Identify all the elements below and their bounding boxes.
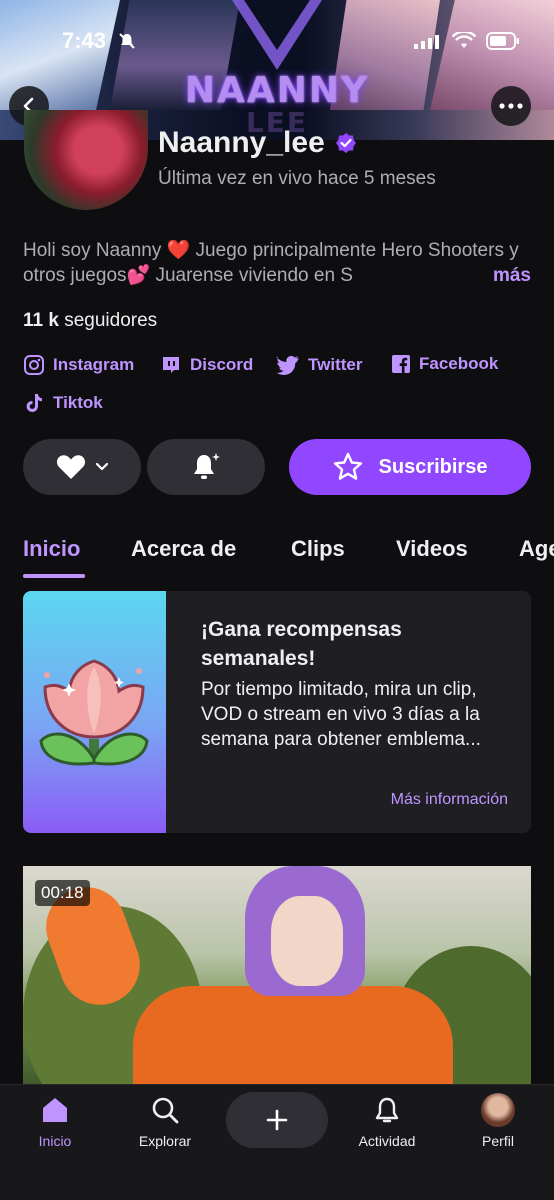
twitter-icon <box>276 356 299 375</box>
profile-tabs: Inicio Acerca de Clips Videos Agenda <box>0 532 554 582</box>
active-tab-indicator <box>23 574 85 578</box>
clip-duration: 00:18 <box>35 880 90 906</box>
signal-icon <box>414 35 439 49</box>
status-icons <box>414 32 520 50</box>
nav-explorar[interactable]: Explorar <box>110 1093 220 1149</box>
followers-number: 11 k <box>23 310 59 331</box>
facebook-icon <box>392 355 410 373</box>
silent-bell-icon <box>119 33 135 49</box>
followers-label: seguidores <box>64 310 158 331</box>
tab-inicio[interactable]: Inicio <box>23 536 80 562</box>
status-bar: 7:43 <box>0 28 554 58</box>
followers-count[interactable]: 11 k seguidores <box>23 310 157 332</box>
tab-videos[interactable]: Videos <box>396 536 468 562</box>
notifications-button[interactable] <box>147 439 265 495</box>
last-live-text: Última vez en vivo hace 5 meses <box>158 168 436 189</box>
social-link-discord[interactable]: Discord <box>160 354 253 376</box>
profile-bio: Holi soy Naanny ❤️ Juego principalmente … <box>23 238 531 288</box>
bottom-navigation: Inicio Explorar Actividad Perfil <box>0 1084 554 1200</box>
wifi-icon <box>452 32 476 48</box>
clip-image-face <box>271 896 343 986</box>
social-link-instagram[interactable]: Instagram <box>23 354 134 376</box>
nav-label: Actividad <box>358 1133 416 1149</box>
clip-image-person <box>133 986 453 1086</box>
profile-avatar-small <box>481 1093 515 1127</box>
rewards-card-title: ¡Gana recompensas semanales! <box>201 618 402 670</box>
home-icon <box>43 1098 67 1122</box>
instagram-icon <box>24 355 44 375</box>
more-info-link[interactable]: Más información <box>391 791 508 809</box>
nav-actividad[interactable]: Actividad <box>332 1093 442 1149</box>
social-label: Facebook <box>419 354 499 373</box>
subscribe-label: Suscribirse <box>378 455 488 478</box>
chevron-down-icon <box>96 463 108 471</box>
tab-clips[interactable]: Clips <box>291 536 345 562</box>
social-link-facebook[interactable]: Facebook <box>391 354 498 374</box>
profile-avatar[interactable] <box>24 110 148 210</box>
tab-acerca-de[interactable]: Acerca de <box>131 536 236 562</box>
tiktok-icon <box>26 394 42 412</box>
rewards-card-art <box>23 591 166 833</box>
subscribe-button[interactable]: Suscribirse <box>289 439 531 495</box>
social-label: Instagram <box>53 355 135 374</box>
plus-icon <box>266 1109 288 1131</box>
social-label: Tiktok <box>53 393 103 412</box>
nav-inicio[interactable]: Inicio <box>0 1093 110 1149</box>
social-link-twitter[interactable]: Twitter <box>276 354 362 376</box>
nav-label: Explorar <box>138 1133 192 1149</box>
nav-label: Inicio <box>38 1133 72 1149</box>
social-link-tiktok[interactable]: Tiktok <box>23 392 103 414</box>
flower-icon <box>39 659 149 766</box>
rewards-card-description: Por tiempo limitado, mira un clip, VOD o… <box>201 679 481 750</box>
social-label: Twitter <box>308 355 363 374</box>
verified-badge-icon <box>335 133 356 153</box>
bio-more-link[interactable]: más <box>482 263 531 288</box>
search-icon <box>152 1097 179 1124</box>
banner-title: NAANNY <box>184 70 370 111</box>
bell-sparkle-icon <box>194 453 220 479</box>
more-options-button[interactable] <box>491 86 531 126</box>
username-text: Naanny_lee <box>158 126 325 159</box>
follow-button[interactable] <box>23 439 141 495</box>
heart-icon <box>56 455 86 479</box>
profile-username: Naanny_lee <box>158 126 357 160</box>
more-dots-icon <box>499 103 523 109</box>
tab-agenda[interactable]: Agenda <box>519 536 554 562</box>
status-time: 7:43 <box>62 28 107 53</box>
star-icon <box>333 452 362 480</box>
create-button[interactable] <box>226 1092 328 1148</box>
clip-thumbnail[interactable]: 00:18 <box>23 866 531 1086</box>
bio-text: Holi soy Naanny ❤️ Juego principalmente … <box>23 240 519 286</box>
discord-icon <box>163 357 179 373</box>
bell-icon <box>375 1097 399 1123</box>
rewards-card[interactable]: ¡Gana recompensas semanales! Por tiempo … <box>23 591 531 833</box>
battery-icon <box>486 32 519 50</box>
nav-perfil[interactable]: Perfil <box>443 1093 553 1149</box>
social-label: Discord <box>190 355 254 374</box>
nav-label: Perfil <box>482 1133 514 1149</box>
